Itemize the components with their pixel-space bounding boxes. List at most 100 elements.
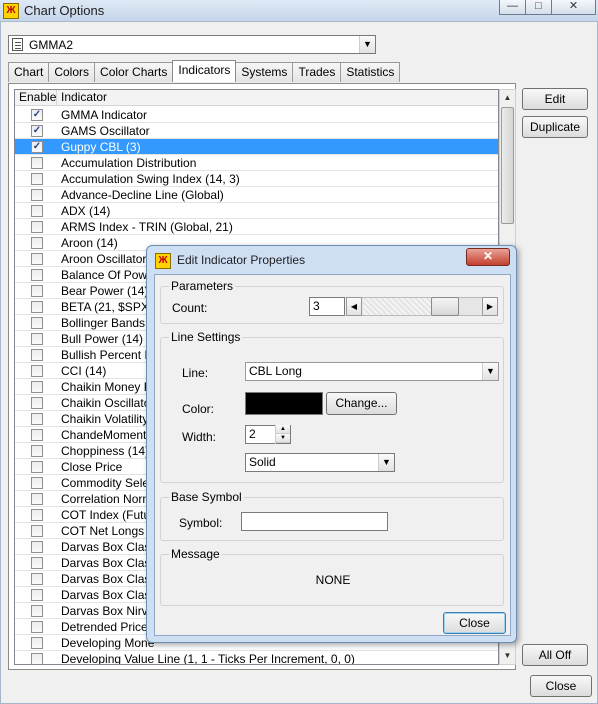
edit-button[interactable]: Edit [522,88,588,110]
all-off-button[interactable]: All Off [522,644,588,666]
tab-color-charts[interactable]: Color Charts [94,62,174,82]
list-row[interactable]: ARMS Index - TRIN (Global, 21) [15,219,498,235]
indicator-name: COT Net Longs ( [61,524,152,538]
dialog-close-button[interactable]: Close [443,612,506,634]
list-row[interactable]: ADX (14) [15,203,498,219]
indicator-name: Close Price [61,460,123,474]
list-header: Enable Indicator [15,90,498,106]
close-button[interactable]: Close [530,675,592,697]
dialog-close-icon[interactable]: ✕ [466,248,510,266]
enable-checkbox[interactable] [31,429,43,441]
tab-trades[interactable]: Trades [292,62,342,82]
slider-thumb[interactable] [431,297,459,316]
indicator-name: Darvas Box Clas [61,556,151,570]
enable-checkbox[interactable] [31,157,43,169]
width-value: 2 [249,427,256,441]
chevron-down-icon[interactable]: ▼ [359,36,375,53]
parameters-group: Parameters Count: 3 ◀ ▶ [160,279,504,324]
enable-checkbox[interactable] [31,525,43,537]
tab-chart[interactable]: Chart [8,62,50,82]
line-style-dropdown[interactable]: Solid ▼ [245,453,395,472]
column-header-enable[interactable]: Enable [15,90,57,106]
enable-checkbox[interactable] [31,397,43,409]
tab-indicators[interactable]: Indicators [172,60,237,82]
window-close-button[interactable]: ✕ [551,0,596,15]
enable-checkbox[interactable] [31,573,43,585]
enable-checkbox[interactable] [31,237,43,249]
enable-checkbox[interactable] [31,413,43,425]
chevron-down-icon[interactable]: ▼ [378,454,394,471]
minimize-button[interactable]: — [499,0,526,15]
enable-checkbox[interactable] [31,221,43,233]
indicator-name: Balance Of Powe [61,268,154,282]
enable-checkbox[interactable] [31,557,43,569]
indicator-name: ARMS Index - TRIN (Global, 21) [61,220,233,234]
scrollbar-thumb[interactable] [501,107,514,224]
list-row[interactable]: Accumulation Distribution [15,155,498,171]
symbol-input[interactable] [241,512,388,531]
duplicate-button[interactable]: Duplicate [522,116,588,138]
enable-checkbox[interactable] [31,445,43,457]
count-slider[interactable]: ◀ ▶ [346,297,498,316]
list-row[interactable]: Developing Value Line (1, 1 - Ticks Per … [15,651,498,664]
enable-checkbox[interactable] [31,333,43,345]
list-row[interactable]: ✓ Guppy CBL (3) [15,139,498,155]
spin-up-icon[interactable]: ▲ [276,425,290,434]
enable-checkbox[interactable] [31,605,43,617]
enable-checkbox[interactable] [31,205,43,217]
enable-checkbox[interactable] [31,653,43,664]
chevron-down-icon[interactable]: ▼ [482,363,498,380]
dialog-title: Edit Indicator Properties [177,253,306,267]
tab-bar: Chart Colors Color Charts Indicators Systems… [8,60,401,83]
scroll-down-icon[interactable]: ▼ [500,648,515,664]
app-logo-icon: Ж [155,253,171,269]
enable-checkbox[interactable]: ✓ [31,109,43,121]
enable-checkbox[interactable] [31,189,43,201]
scroll-up-icon[interactable]: ▲ [500,90,515,106]
enable-checkbox[interactable] [31,381,43,393]
enable-checkbox[interactable] [31,509,43,521]
enable-checkbox[interactable]: ✓ [31,125,43,137]
indicator-name: Advance-Decline Line (Global) [61,188,224,202]
enable-checkbox[interactable] [31,493,43,505]
slider-left-icon[interactable]: ◀ [346,297,362,316]
enable-checkbox[interactable] [31,365,43,377]
enable-checkbox[interactable] [31,589,43,601]
enable-checkbox[interactable] [31,173,43,185]
line-settings-group: Line Settings Line: CBL Long ▼ Color: Ch… [160,330,504,483]
enable-checkbox[interactable] [31,637,43,649]
indicator-name: Choppiness (14) [61,444,150,458]
indicator-name: Bear Power (14) [61,284,149,298]
enable-checkbox[interactable] [31,461,43,473]
change-color-button[interactable]: Change... [326,392,397,415]
enable-checkbox[interactable] [31,621,43,633]
base-symbol-group-label: Base Symbol [169,490,244,504]
column-header-indicator[interactable]: Indicator [61,90,107,105]
enable-checkbox[interactable] [31,285,43,297]
enable-checkbox[interactable] [31,317,43,329]
line-dropdown[interactable]: CBL Long ▼ [245,362,499,381]
width-label: Width: [182,430,217,444]
list-row[interactable]: ✓ GMMA Indicator [15,107,498,123]
tab-colors[interactable]: Colors [48,62,96,82]
tab-statistics[interactable]: Statistics [340,62,401,82]
spin-down-icon[interactable]: ▼ [276,434,290,443]
width-spin-buttons[interactable]: ▲ ▼ [275,425,290,444]
enable-checkbox[interactable] [31,269,43,281]
enable-checkbox[interactable] [31,541,43,553]
tab-systems[interactable]: Systems [235,62,294,82]
indicator-name: Chaikin Money Fl [61,380,154,394]
list-row[interactable]: ✓ GAMS Oscillator [15,123,498,139]
enable-checkbox[interactable] [31,253,43,265]
width-stepper[interactable]: 2 ▲ ▼ [245,425,291,444]
list-row[interactable]: Advance-Decline Line (Global) [15,187,498,203]
list-row[interactable]: Accumulation Swing Index (14, 3) [15,171,498,187]
maximize-button[interactable]: □ [525,0,552,15]
enable-checkbox[interactable] [31,477,43,489]
enable-checkbox[interactable] [31,301,43,313]
chart-selector-dropdown[interactable]: GMMA2 ▼ [8,35,376,54]
enable-checkbox[interactable]: ✓ [31,141,43,153]
enable-checkbox[interactable] [31,349,43,361]
count-input[interactable]: 3 [309,297,345,316]
slider-right-icon[interactable]: ▶ [482,297,498,316]
